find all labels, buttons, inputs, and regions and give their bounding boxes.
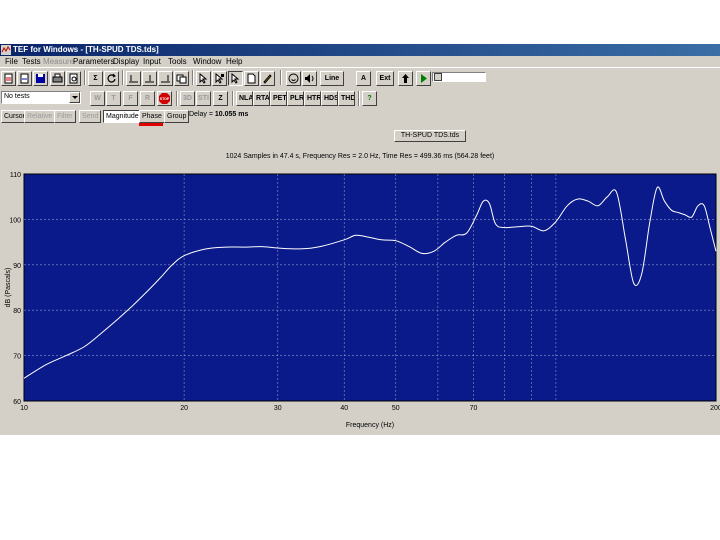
level-slider[interactable]: [432, 72, 486, 82]
plot-area: [23, 173, 717, 402]
r-button[interactable]: R: [140, 91, 155, 106]
main-toolbar: Σ Line A Ext: [0, 67, 720, 88]
z-button[interactable]: Z: [213, 91, 228, 106]
y-tick-label: 80: [13, 308, 21, 315]
measurement-info: 1024 Samples in 47.4 s, Frequency Res = …: [225, 153, 495, 160]
menu-help[interactable]: Help: [226, 57, 242, 66]
phase-tab-underline: [139, 123, 163, 126]
save-icon[interactable]: [33, 71, 48, 86]
hds-button[interactable]: HDS: [321, 91, 338, 106]
stop-icon: STOP: [159, 93, 170, 104]
test-toolbar: No tests W T F R STOP 3D STI Z NLA RTA P…: [0, 89, 720, 109]
document-tab[interactable]: TH-SPUD TDS.tds: [394, 130, 466, 142]
tab-send[interactable]: Send: [79, 110, 102, 123]
x-tick-label: 40: [340, 405, 348, 412]
pointer-active-icon[interactable]: [228, 71, 243, 86]
tab-phase[interactable]: Phase: [139, 110, 165, 123]
tests-dropdown-value: No tests: [4, 93, 30, 100]
thd-button[interactable]: THD: [338, 91, 355, 106]
t-button[interactable]: T: [106, 91, 121, 106]
y-tick-label: 90: [13, 263, 21, 270]
smiley-icon[interactable]: [286, 71, 301, 86]
pointer-select-icon[interactable]: [212, 71, 227, 86]
y-tick-label: 100: [9, 217, 21, 224]
y-tick-label: 110: [10, 172, 21, 179]
application-window: TEF for Windows - [TH-SPUD TDS.tds] File…: [0, 44, 720, 435]
tab-magnitude[interactable]: Magnitude: [103, 110, 142, 123]
tef-app-icon: [1, 45, 11, 55]
delay-readout: Delay = 10.055 ms: [189, 111, 248, 118]
menu-bar: File Tests Measure Parameters Display In…: [0, 56, 720, 67]
tests-dropdown[interactable]: No tests: [1, 91, 81, 104]
tab-group[interactable]: Group: [164, 110, 190, 123]
sum-button[interactable]: Σ: [88, 71, 103, 86]
title-bar: TEF for Windows - [TH-SPUD TDS.tds]: [0, 44, 720, 56]
f-button[interactable]: F: [123, 91, 138, 106]
pen-icon[interactable]: [260, 71, 275, 86]
refresh-icon[interactable]: [104, 71, 119, 86]
view-tabs: Cursor Relative Filter Send Magnitude Ph…: [0, 109, 720, 124]
cursor-right-icon[interactable]: [158, 71, 173, 86]
x-tick-label: 10: [20, 405, 28, 412]
x-tick-label: 70: [470, 405, 478, 412]
ext-button[interactable]: Ext: [376, 71, 394, 86]
delay-value: 10.055 ms: [214, 111, 249, 118]
line-button[interactable]: Line: [320, 71, 344, 86]
new-icon[interactable]: [1, 71, 16, 86]
copy-view-icon[interactable]: [174, 71, 189, 86]
x-tick-label: 200: [710, 405, 720, 412]
htr-button[interactable]: HTR: [304, 91, 321, 106]
menu-display[interactable]: Display: [113, 57, 139, 66]
pet-button[interactable]: PET: [270, 91, 287, 106]
cursor-left-icon[interactable]: [126, 71, 141, 86]
play-icon[interactable]: [416, 71, 431, 86]
rta-button[interactable]: RTA: [253, 91, 270, 106]
frequency-response-chart: 6070809010011010 20 30 40 50 70 200Frequency (…: [5, 172, 720, 429]
tab-filter[interactable]: Filter: [54, 110, 76, 123]
document-tab-label: TH-SPUD TDS.tds: [400, 132, 460, 139]
x-axis-label: Frequency (Hz): [346, 422, 394, 429]
open-icon[interactable]: [17, 71, 32, 86]
plr-button[interactable]: PLR: [287, 91, 304, 106]
speaker-icon[interactable]: [302, 71, 317, 86]
y-tick-label: 70: [13, 354, 21, 361]
x-tick-label: 30: [274, 405, 282, 412]
print-preview-icon[interactable]: [66, 71, 81, 86]
w-button[interactable]: W: [90, 91, 105, 106]
3d-button[interactable]: 3D: [180, 91, 195, 106]
window-title: TEF for Windows - [TH-SPUD TDS.tds]: [13, 45, 159, 54]
arrow-up-icon[interactable]: [398, 71, 413, 86]
menu-file[interactable]: File: [5, 57, 18, 66]
tab-relative[interactable]: Relative: [24, 110, 56, 123]
menu-measure: Measure: [43, 57, 75, 66]
print-icon[interactable]: [50, 71, 65, 86]
menu-parameters[interactable]: Parameters: [73, 57, 114, 66]
stop-label: STOP: [160, 97, 170, 101]
chevron-down-icon[interactable]: [69, 92, 80, 103]
x-tick-label: 20: [180, 405, 188, 412]
nla-button[interactable]: NLA: [236, 91, 253, 106]
cursor-step-icon[interactable]: [142, 71, 157, 86]
delay-label: Delay =: [189, 111, 215, 118]
slider-thumb[interactable]: [434, 73, 442, 81]
menu-tools[interactable]: Tools: [168, 57, 187, 66]
page-icon[interactable]: [244, 71, 259, 86]
x-tick-label: 50: [392, 405, 400, 412]
sti-button[interactable]: STI: [196, 91, 211, 106]
stop-button[interactable]: STOP: [157, 91, 172, 106]
menu-tests[interactable]: Tests: [22, 57, 41, 66]
menu-window[interactable]: Window: [193, 57, 221, 66]
help-button[interactable]: ?: [362, 91, 377, 106]
pointer-zoom-icon[interactable]: [196, 71, 211, 86]
menu-input[interactable]: Input: [143, 57, 161, 66]
y-axis-label: dB (Pascals): [5, 268, 12, 308]
a-button[interactable]: A: [356, 71, 371, 86]
